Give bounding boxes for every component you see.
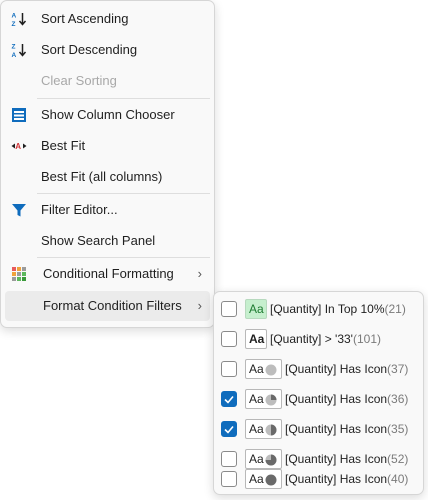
- menu-item-sort-descending[interactable]: Z A Sort Descending: [5, 35, 210, 65]
- menu-item-filter-editor[interactable]: Filter Editor...: [5, 195, 210, 225]
- svg-text:Z: Z: [12, 21, 16, 27]
- menu-item-label: Show Column Chooser: [41, 107, 175, 122]
- preview-text: Aa: [249, 332, 265, 346]
- filter-text: [Quantity] Has Icon: [285, 392, 388, 406]
- sort-ascending-icon: A Z: [11, 11, 27, 28]
- format-preview: Aa: [245, 299, 267, 319]
- menu-separator: [37, 193, 210, 194]
- filter-label: [Quantity] Has Icon(37): [285, 354, 408, 384]
- menu-item-label: Format Condition Filters: [43, 298, 182, 313]
- preview-text: Aa: [249, 422, 264, 436]
- svg-text:Z: Z: [12, 44, 16, 51]
- filter-count: (35): [387, 422, 409, 436]
- format-preview: Aa: [245, 419, 282, 439]
- svg-text:A: A: [12, 52, 17, 58]
- submenu-item-top-10-percent[interactable]: Aa [Quantity] In Top 10%(21): [214, 294, 423, 324]
- checkbox-checked[interactable]: [221, 391, 237, 407]
- menu-item-label: Sort Ascending: [41, 11, 129, 26]
- filter-count: (36): [387, 392, 409, 406]
- menu-item-label: Best Fit (all columns): [41, 169, 163, 184]
- menu-item-conditional-formatting[interactable]: Conditional Formatting ›: [5, 259, 210, 289]
- format-preview: Aa: [245, 329, 267, 349]
- menu-item-label: Conditional Formatting: [43, 266, 174, 281]
- filter-count: (40): [387, 472, 409, 486]
- submenu-item-greater-than-33[interactable]: Aa [Quantity] > '33'(101): [214, 324, 423, 354]
- filter-text: [Quantity] Has Icon: [285, 422, 388, 436]
- filter-text: [Quantity] Has Icon: [285, 472, 388, 486]
- menu-item-label: Sort Descending: [41, 42, 138, 57]
- circle-half-icon: [265, 424, 277, 436]
- chevron-right-icon: ›: [197, 298, 202, 313]
- filter-text: [Quantity] Has Icon: [285, 362, 388, 376]
- chevron-right-icon: ›: [197, 266, 202, 281]
- menu-item-best-fit[interactable]: A Best Fit: [5, 131, 210, 161]
- menu-item-show-search-panel[interactable]: Show Search Panel: [5, 226, 210, 256]
- menu-separator: [37, 257, 210, 258]
- circle-full-icon: [265, 474, 277, 486]
- preview-text: Aa: [249, 302, 264, 316]
- submenu-item-has-icon-half[interactable]: Aa [Quantity] Has Icon(35): [214, 414, 423, 444]
- menu-separator: [37, 98, 210, 99]
- filter-count: (101): [352, 332, 381, 346]
- filter-count: (21): [384, 302, 406, 316]
- format-preview: Aa: [245, 359, 282, 379]
- checkmark-icon: [224, 425, 234, 434]
- checkbox[interactable]: [221, 471, 237, 487]
- filter-label: [Quantity] Has Icon(36): [285, 384, 408, 414]
- menu-item-label: Filter Editor...: [41, 202, 118, 217]
- menu-item-format-condition-filters[interactable]: Format Condition Filters ›: [5, 291, 210, 321]
- preview-text: Aa: [249, 472, 264, 486]
- checkbox[interactable]: [221, 301, 237, 317]
- best-fit-icon: A: [11, 138, 27, 154]
- svg-text:A: A: [12, 13, 17, 20]
- format-condition-filters-submenu: Aa [Quantity] In Top 10%(21) Aa [Quantit…: [213, 291, 424, 495]
- sort-descending-icon: Z A: [11, 42, 27, 59]
- filter-text: [Quantity] In Top 10%: [270, 302, 385, 316]
- menu-item-label: Best Fit: [41, 138, 86, 153]
- checkbox[interactable]: [221, 331, 237, 347]
- column-chooser-icon: [11, 107, 27, 123]
- filter-label: [Quantity] > '33'(101): [270, 324, 381, 354]
- svg-text:A: A: [15, 142, 21, 151]
- menu-item-label: Clear Sorting: [41, 73, 117, 88]
- submenu-item-has-icon-empty[interactable]: Aa [Quantity] Has Icon(37): [214, 354, 423, 384]
- filter-label: [Quantity] Has Icon(35): [285, 414, 408, 444]
- menu-item-clear-sorting: Clear Sorting: [5, 66, 210, 96]
- submenu-item-has-icon-quarter[interactable]: Aa [Quantity] Has Icon(36): [214, 384, 423, 414]
- checkmark-icon: [224, 395, 234, 404]
- preview-text: Aa: [249, 392, 264, 406]
- preview-text: Aa: [249, 362, 264, 376]
- checkbox-checked[interactable]: [221, 421, 237, 437]
- filter-icon: [11, 202, 27, 218]
- column-context-menu: A Z Sort Ascending Z A Sort Descending C…: [0, 0, 215, 328]
- filter-text: [Quantity] > '33': [270, 332, 353, 346]
- filter-label: [Quantity] Has Icon(40): [285, 464, 408, 494]
- filter-count: (37): [387, 362, 409, 376]
- menu-item-best-fit-all-columns[interactable]: Best Fit (all columns): [5, 162, 210, 192]
- menu-item-label: Show Search Panel: [41, 233, 156, 248]
- circle-empty-icon: [265, 364, 277, 376]
- format-preview: Aa: [245, 469, 282, 489]
- checkbox[interactable]: [221, 361, 237, 377]
- submenu-item-has-icon-full[interactable]: Aa [Quantity] Has Icon(40): [214, 464, 423, 494]
- filter-label: [Quantity] In Top 10%(21): [270, 294, 406, 324]
- menu-item-sort-ascending[interactable]: A Z Sort Ascending: [5, 4, 210, 34]
- menu-item-show-column-chooser[interactable]: Show Column Chooser: [5, 100, 210, 130]
- conditional-formatting-icon: [11, 266, 27, 282]
- circle-quarter-icon: [265, 394, 277, 406]
- format-preview: Aa: [245, 389, 282, 409]
